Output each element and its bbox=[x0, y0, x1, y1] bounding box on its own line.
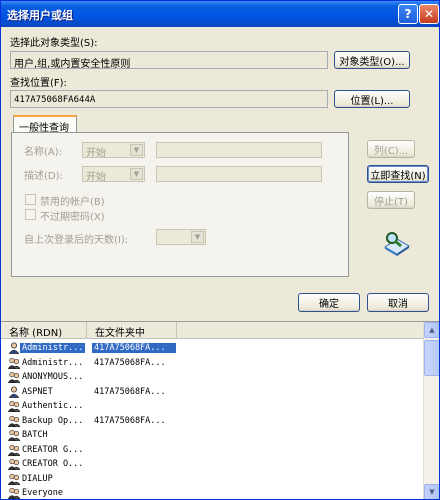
row-name: Backup Op... bbox=[22, 415, 84, 426]
scroll-thumb[interactable] bbox=[424, 340, 439, 376]
help-icon: ? bbox=[404, 7, 412, 21]
column-header-name[interactable]: 名称 (RDN) bbox=[1, 322, 87, 339]
group-icon bbox=[8, 400, 20, 412]
name-label: 名称(A): bbox=[24, 147, 63, 158]
close-button[interactable]: ✕ bbox=[419, 4, 439, 24]
search-animation-icon bbox=[384, 232, 410, 256]
columns-button[interactable]: 列(C)... bbox=[367, 140, 415, 158]
chevron-down-icon: ▼ bbox=[130, 144, 143, 156]
results-header: 名称 (RDN) 在文件夹中 bbox=[1, 322, 423, 339]
group-icon bbox=[8, 429, 20, 441]
row-name: DIALUP bbox=[22, 473, 53, 484]
table-row[interactable]: DIALUP bbox=[1, 472, 423, 486]
row-name: Everyone bbox=[22, 488, 63, 498]
row-name: ANONYMOUS... bbox=[22, 372, 84, 382]
chevron-down-icon: ▼ bbox=[130, 168, 143, 180]
ok-button[interactable]: 确定 bbox=[298, 293, 360, 312]
search-results-list[interactable]: 名称 (RDN) 在文件夹中 Administr... 417A75068FA..… bbox=[1, 321, 439, 499]
user-icon bbox=[8, 386, 20, 398]
object-type-label: 选择此对象类型(S): bbox=[10, 38, 98, 49]
name-input[interactable] bbox=[156, 142, 322, 158]
common-queries-panel: 名称(A): 开始 ▼ 描述(D): 开始 ▼ 禁用的帐户(B) 不过期密码(X… bbox=[11, 132, 349, 277]
row-folder: 417A75068FA... bbox=[94, 357, 166, 368]
chevron-down-icon: ▼ bbox=[191, 231, 204, 243]
disabled-accounts-label: 禁用的帐户(B) bbox=[40, 197, 105, 208]
description-match-value: 开始 bbox=[86, 172, 106, 183]
table-row[interactable]: Everyone bbox=[1, 486, 423, 499]
name-match-select[interactable]: 开始 ▼ bbox=[82, 142, 145, 159]
location-label: 查找位置(F): bbox=[10, 78, 67, 89]
table-row[interactable]: Authentic... bbox=[1, 399, 423, 413]
close-icon: ✕ bbox=[423, 7, 435, 21]
vertical-scrollbar[interactable]: ▲ ▼ bbox=[423, 322, 439, 499]
scroll-down-button[interactable]: ▼ bbox=[424, 484, 439, 499]
row-folder: 417A75068FA... bbox=[94, 415, 166, 426]
disabled-accounts-checkbox[interactable] bbox=[25, 194, 36, 205]
scroll-up-button[interactable]: ▲ bbox=[424, 322, 439, 338]
description-label: 描述(D): bbox=[24, 171, 63, 182]
table-row[interactable]: Administr... 417A75068FA... bbox=[1, 341, 423, 355]
group-icon bbox=[8, 487, 20, 499]
description-input[interactable] bbox=[156, 166, 322, 182]
row-name: ASPNET bbox=[22, 386, 53, 397]
group-icon bbox=[8, 415, 20, 427]
days-since-logon-label: 自上次登录后的天数(I): bbox=[24, 235, 129, 246]
table-row[interactable]: Administr... 417A75068FA... bbox=[1, 356, 423, 370]
row-folder: 417A75068FA... bbox=[94, 386, 166, 397]
row-name: Administr... bbox=[20, 343, 86, 353]
window-title: 选择用户或组 bbox=[7, 9, 73, 22]
row-name: CREATOR G... bbox=[22, 444, 84, 455]
table-row[interactable]: Backup Op... 417A75068FA... bbox=[1, 414, 423, 428]
table-row[interactable]: CREATOR G... bbox=[1, 443, 423, 457]
user-icon bbox=[8, 342, 20, 354]
row-name: Administr... bbox=[22, 357, 84, 368]
tab-common-queries[interactable]: 一般性查询 bbox=[13, 115, 77, 134]
days-since-logon-select[interactable]: ▼ bbox=[156, 229, 206, 245]
find-now-button[interactable]: 立即查找(N) bbox=[367, 165, 429, 183]
row-name: BATCH bbox=[22, 430, 48, 440]
group-icon bbox=[8, 371, 20, 383]
description-match-select[interactable]: 开始 ▼ bbox=[82, 166, 145, 183]
table-row[interactable]: CREATOR O... bbox=[1, 457, 423, 471]
group-icon bbox=[8, 444, 20, 456]
title-bar[interactable]: 选择用户或组 ? ✕ bbox=[1, 1, 439, 27]
location-field: 417A75068FA644A bbox=[10, 90, 328, 108]
row-name: CREATOR O... bbox=[22, 459, 84, 469]
group-icon bbox=[8, 473, 20, 485]
stop-button[interactable]: 停止(T) bbox=[367, 191, 415, 209]
locations-button[interactable]: 位置(L)... bbox=[334, 90, 410, 108]
select-users-or-groups-dialog: 选择用户或组 ? ✕ 选择此对象类型(S): 用户,组,或内置安全性原则 对象类… bbox=[0, 0, 440, 500]
table-row[interactable]: ASPNET 417A75068FA... bbox=[1, 385, 423, 399]
row-folder: 417A75068FA... bbox=[92, 343, 176, 353]
cancel-button[interactable]: 取消 bbox=[367, 293, 429, 312]
help-button[interactable]: ? bbox=[398, 4, 418, 24]
no-expire-password-label: 不过期密码(X) bbox=[40, 212, 105, 223]
object-types-button[interactable]: 对象类型(O)... bbox=[334, 51, 410, 69]
column-header-folder[interactable]: 在文件夹中 bbox=[87, 322, 177, 339]
group-icon bbox=[8, 357, 20, 369]
row-name: Authentic... bbox=[22, 401, 84, 411]
object-type-field: 用户,组,或内置安全性原则 bbox=[10, 51, 328, 69]
table-row[interactable]: BATCH bbox=[1, 428, 423, 442]
no-expire-password-checkbox[interactable] bbox=[25, 209, 36, 220]
table-row[interactable]: ANONYMOUS... bbox=[1, 370, 423, 384]
name-match-value: 开始 bbox=[86, 148, 106, 159]
group-icon bbox=[8, 458, 20, 470]
